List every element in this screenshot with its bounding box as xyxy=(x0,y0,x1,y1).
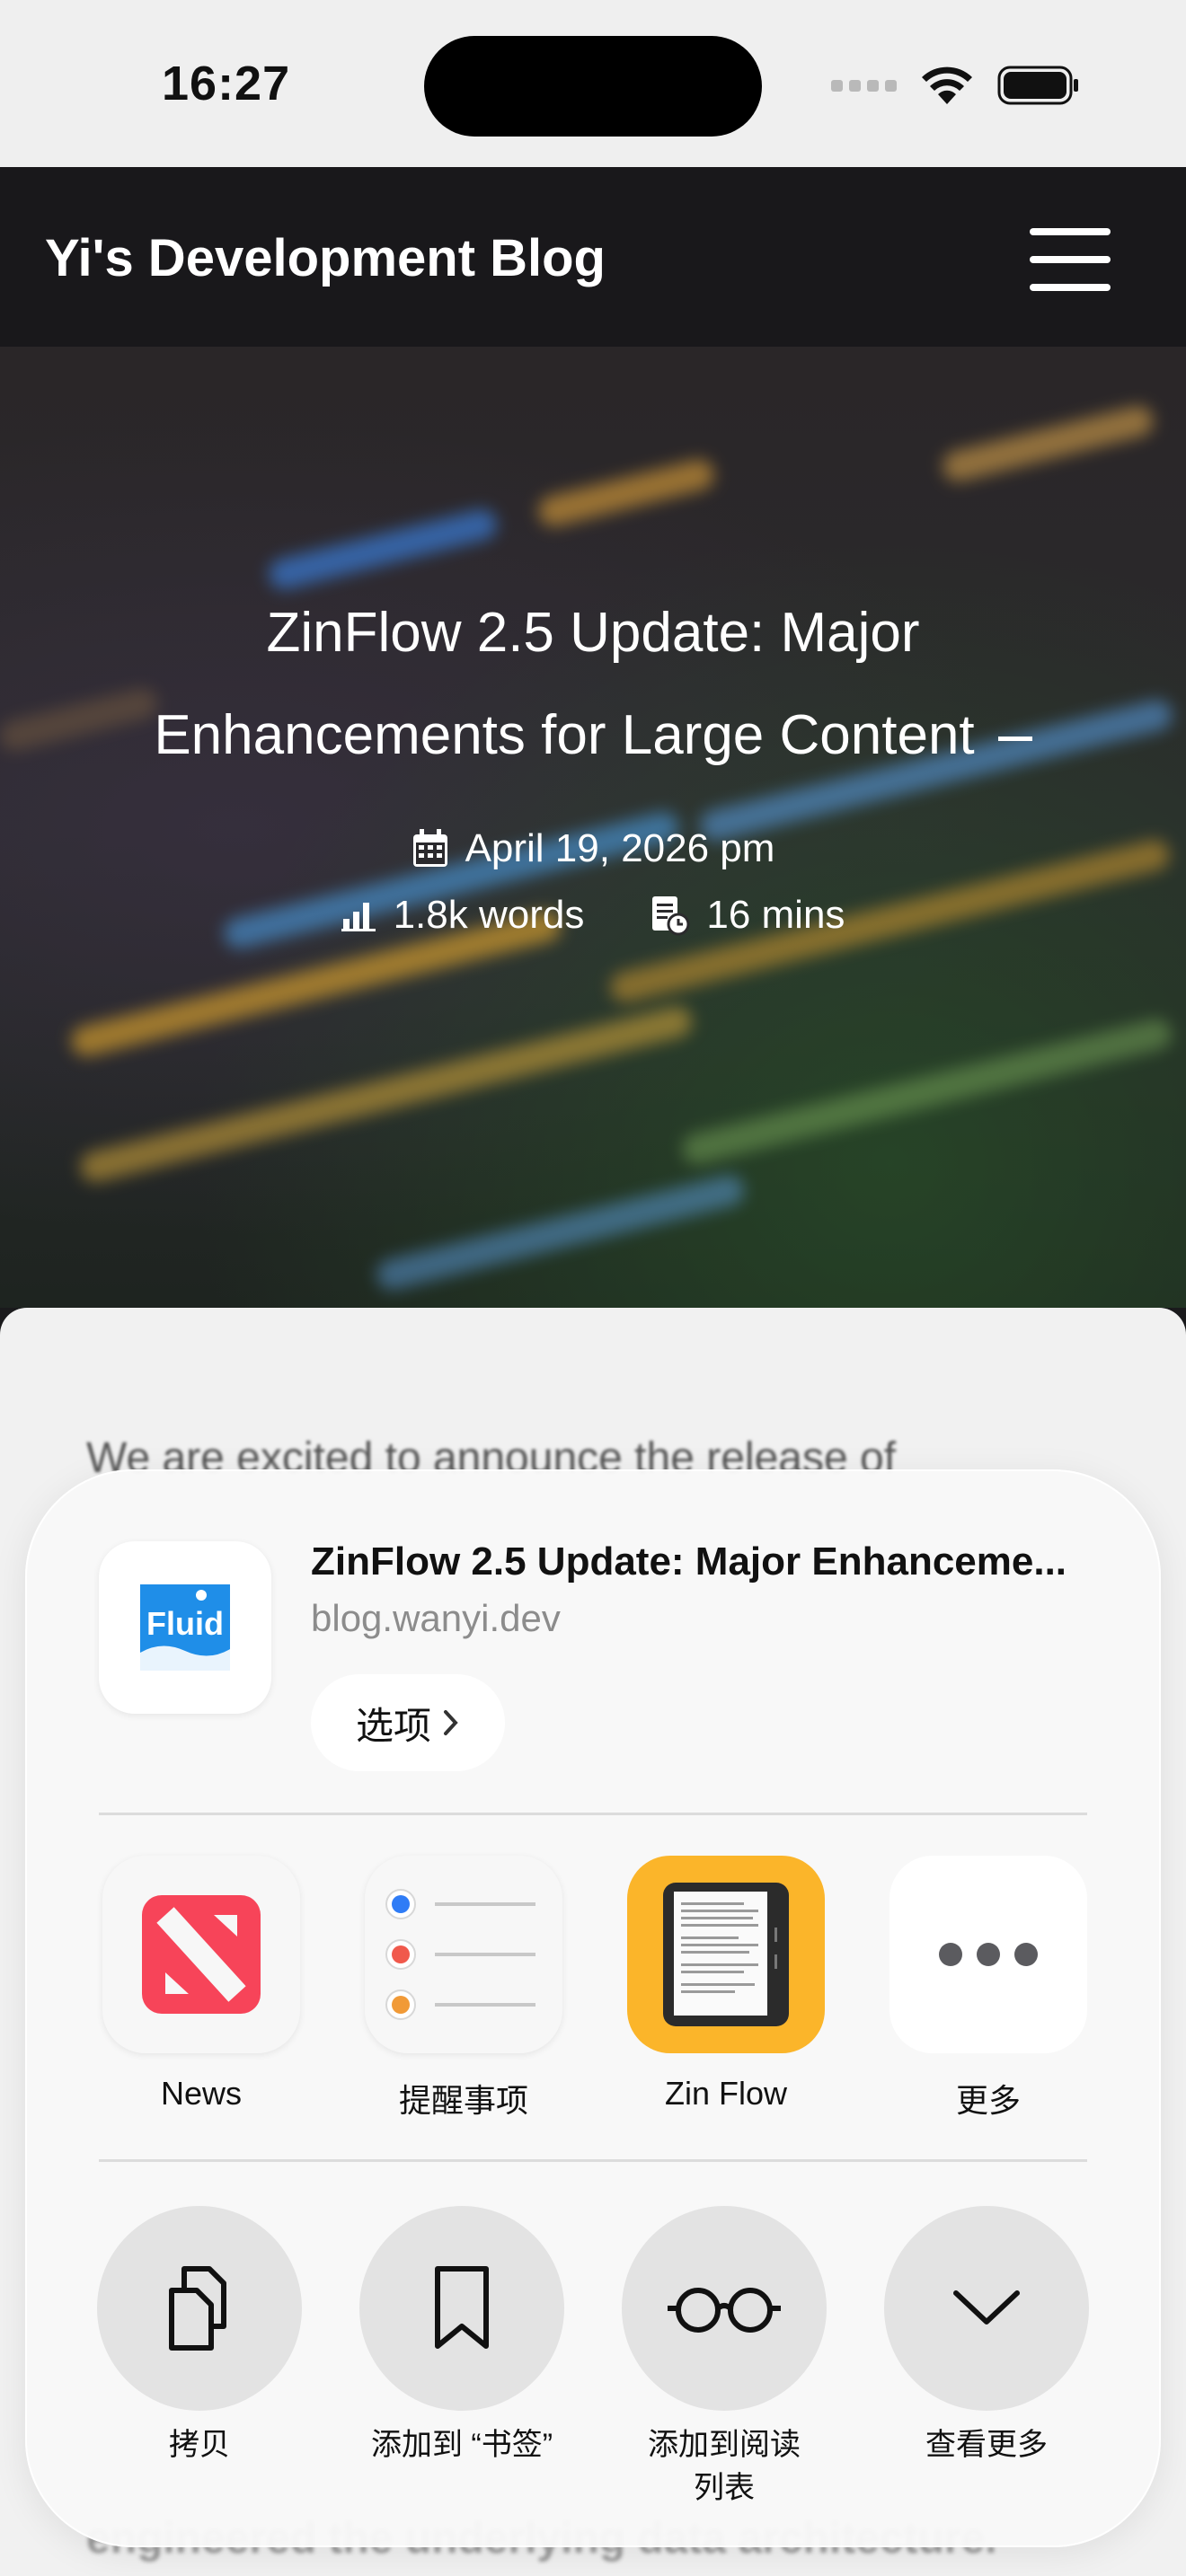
post-stats-row: 1.8k words 16 mins xyxy=(0,893,1186,938)
hamburger-menu-icon[interactable] xyxy=(1030,228,1111,291)
reading-time-icon xyxy=(652,896,690,936)
share-app-news-label: News xyxy=(160,2075,243,2112)
zinflow-icon xyxy=(663,1883,789,2026)
share-preview-domain: blog.wanyi.dev xyxy=(311,1597,561,1639)
options-label: 选项 xyxy=(355,1704,431,1747)
status-time: 16:27 xyxy=(162,57,291,110)
add-bookmark-label: 添加到 “书签” xyxy=(370,2428,553,2462)
typing-cursor xyxy=(997,737,1032,742)
share-app-reminders-label: 提醒事项 xyxy=(398,2082,528,2119)
site-favicon: Fluid xyxy=(99,1541,271,1714)
reminders-icon xyxy=(385,1889,535,2020)
word-count: 1.8k words xyxy=(393,893,585,937)
status-bar: 16:27 xyxy=(0,0,1186,167)
news-icon xyxy=(142,1895,261,2014)
view-more-label: 查看更多 xyxy=(925,2428,1048,2462)
fluid-logo-text: Fluid xyxy=(146,1605,224,1642)
options-button[interactable]: 选项 xyxy=(311,1674,505,1771)
dynamic-island xyxy=(424,36,762,137)
copy-icon xyxy=(169,2266,226,2351)
post-date: April 19, 2026 pm xyxy=(465,826,775,870)
share-app-zinflow[interactable] xyxy=(627,1856,825,2053)
blog-title[interactable]: Yi's Development Blog xyxy=(45,228,606,288)
post-title-line2: Enhancements for Large Content xyxy=(0,684,1186,787)
calendar-icon xyxy=(412,829,447,867)
view-more-button[interactable] xyxy=(884,2206,1089,2411)
status-icons xyxy=(831,65,1080,106)
chevron-down-icon xyxy=(953,2290,1020,2325)
add-reading-list-label-line1: 添加到阅读 xyxy=(648,2428,801,2462)
glasses-icon xyxy=(668,2288,781,2333)
fluid-logo-icon: Fluid xyxy=(140,1584,230,1671)
battery-icon xyxy=(997,66,1078,105)
add-reading-list-button[interactable] xyxy=(622,2206,827,2411)
add-reading-list-label-line2: 列表 xyxy=(694,2471,755,2505)
copy-button[interactable] xyxy=(97,2206,302,2411)
share-preview-title: ZinFlow 2.5 Update: Major Enhanceme... xyxy=(311,1539,1067,1584)
bar-chart-icon xyxy=(341,903,376,931)
cellular-signal-icon xyxy=(831,79,897,92)
copy-label: 拷贝 xyxy=(169,2428,230,2462)
wifi-icon xyxy=(922,66,972,104)
post-title-line1: ZinFlow 2.5 Update: Major xyxy=(266,602,920,664)
navbar: Yi's Development Blog xyxy=(0,167,1186,347)
share-app-reminders[interactable] xyxy=(365,1856,562,2053)
post-title: ZinFlow 2.5 Update: Major Enhancements f… xyxy=(0,582,1186,787)
divider xyxy=(99,1813,1087,1815)
share-app-news[interactable] xyxy=(102,1856,300,2053)
divider xyxy=(99,2159,1087,2162)
chevron-right-icon xyxy=(444,1710,458,1735)
post-date-row: April 19, 2026 pm xyxy=(0,826,1186,871)
more-icon xyxy=(939,1943,1038,1966)
share-sheet: Fluid ZinFlow 2.5 Update: Major Enhancem… xyxy=(25,1469,1161,2547)
add-reading-list-label: 添加到阅读 列表 xyxy=(607,2423,841,2510)
add-bookmark-button[interactable] xyxy=(359,2206,564,2411)
share-app-zinflow-label: Zin Flow xyxy=(664,2075,788,2112)
bookmark-icon xyxy=(435,2266,489,2349)
share-app-more[interactable] xyxy=(890,1856,1087,2053)
read-time: 16 mins xyxy=(706,893,845,937)
share-app-more-label: 更多 xyxy=(955,2082,1021,2119)
hero-banner: ZinFlow 2.5 Update: Major Enhancements f… xyxy=(0,347,1186,1308)
